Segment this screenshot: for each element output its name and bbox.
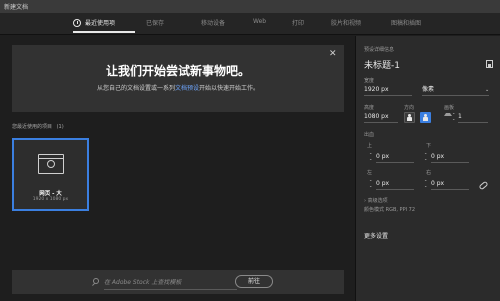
welcome-banner: 让我们开始尝试新事物吧。 从您自己的文档设置或一系列文档预设开始以快速开始工作。 <box>12 45 344 112</box>
bleed-right-input[interactable]: 0 px <box>431 179 469 190</box>
landscape-orientation-button[interactable] <box>420 112 431 123</box>
bleed-bottom-input[interactable]: 0 px <box>431 152 469 163</box>
width-label: 宽度 <box>364 78 375 84</box>
recent-item-name: 网页 - 大 <box>39 191 62 197</box>
height-label: 高度 <box>364 105 375 111</box>
stock-search-input[interactable] <box>104 276 229 288</box>
unit-select[interactable]: 像素 <box>422 85 489 96</box>
bleed-top-label: 上 <box>367 143 373 149</box>
document-name[interactable]: 未标题-1 <box>364 58 400 71</box>
go-button[interactable]: 前往 <box>235 275 273 288</box>
bleed-left-stepper-icon[interactable]: ⌃ ⌄ <box>369 180 372 188</box>
bleed-bottom-label: 下 <box>426 143 432 149</box>
globe-icon <box>47 160 55 168</box>
artboards-label: 画板 <box>444 105 455 111</box>
artboards-checkbox[interactable] <box>444 113 452 116</box>
recent-item-size: 1920 x 1080 px <box>32 197 69 202</box>
landscape-person-body <box>423 117 428 121</box>
recent-items-title: 您最近使用的项目 <box>12 124 53 130</box>
artboards-input[interactable]: 1 <box>458 112 488 123</box>
document-presets-link[interactable]: 文档预设 <box>175 85 199 92</box>
welcome-subtitle-after: 开始以快速开始工作。 <box>199 85 260 92</box>
category-tabbar: 最近使用项 已保存 移动设备 Web 打印 胶片和视频 图稿和插图 <box>0 13 500 35</box>
tab-film-video[interactable]: 胶片和视频 <box>331 18 361 27</box>
chevron-down-icon[interactable]: ⌄ <box>485 87 489 93</box>
bleed-top-stepper-icon[interactable]: ⌃ ⌄ <box>369 153 372 161</box>
search-icon <box>93 278 99 284</box>
advanced-options-toggle[interactable]: › 高级选项 <box>364 197 388 204</box>
save-preset-icon[interactable] <box>486 60 493 68</box>
recent-items-label: 您最近使用的项目 (1) <box>12 123 64 130</box>
tab-mobile[interactable]: 移动设备 <box>201 18 225 27</box>
bleed-left-input[interactable]: 0 px <box>376 179 414 190</box>
clock-icon <box>73 19 81 27</box>
height-input[interactable]: 1080 px <box>364 112 398 123</box>
stock-search-bar: 前往 <box>12 270 344 294</box>
tab-saved[interactable]: 已保存 <box>146 18 164 27</box>
more-settings-button[interactable]: 更多设置 <box>364 231 388 240</box>
window-title: 新建文档 <box>4 4 29 11</box>
preset-details-panel: 预设详细信息 未标题-1 宽度 1920 px 像素 ⌄ 高度 方向 画板 10… <box>355 36 500 301</box>
active-tab-indicator <box>73 31 135 33</box>
bleed-bottom-stepper-icon[interactable]: ⌃ ⌄ <box>424 153 427 161</box>
bleed-right-label: 右 <box>426 170 432 176</box>
bleed-right-stepper-icon[interactable]: ⌃ ⌄ <box>424 180 427 188</box>
bleed-top-input[interactable]: 0 px <box>376 152 414 163</box>
advanced-options-label: 高级选项 <box>367 198 388 204</box>
orientation-label: 方向 <box>404 105 415 111</box>
tab-recent[interactable]: 最近使用项 <box>85 18 115 27</box>
window-titlebar: 新建文档 <box>0 0 500 13</box>
search-underline <box>104 289 237 290</box>
bleed-left-label: 左 <box>367 170 373 176</box>
tab-art-illustration[interactable]: 图稿和插图 <box>391 18 421 27</box>
portrait-orientation-button[interactable] <box>404 112 415 123</box>
portrait-person-body <box>407 117 412 121</box>
artboards-stepper-icon[interactable]: ⌃ ⌄ <box>452 113 455 121</box>
recent-items-count: (1) <box>56 124 64 130</box>
welcome-title: 让我们开始尝试新事物吧。 <box>105 64 250 78</box>
close-icon[interactable]: ✕ <box>329 49 337 59</box>
bleed-label: 出血 <box>364 132 375 138</box>
preset-details-label: 预设详细信息 <box>364 47 395 53</box>
tab-web[interactable]: Web <box>253 18 266 25</box>
color-mode-summary: 颜色模式 RGB, PPI 72 <box>364 207 416 213</box>
welcome-subtitle: 从您自己的文档设置或一系列文档预设开始以快速开始工作。 <box>12 83 344 92</box>
link-icon[interactable] <box>478 180 489 191</box>
tab-print[interactable]: 打印 <box>292 18 304 27</box>
recent-item-card[interactable]: 网页 - 大 1920 x 1080 px <box>12 138 89 211</box>
width-input[interactable]: 1920 px <box>364 85 412 96</box>
welcome-subtitle-before: 从您自己的文档设置或一系列 <box>96 85 175 92</box>
